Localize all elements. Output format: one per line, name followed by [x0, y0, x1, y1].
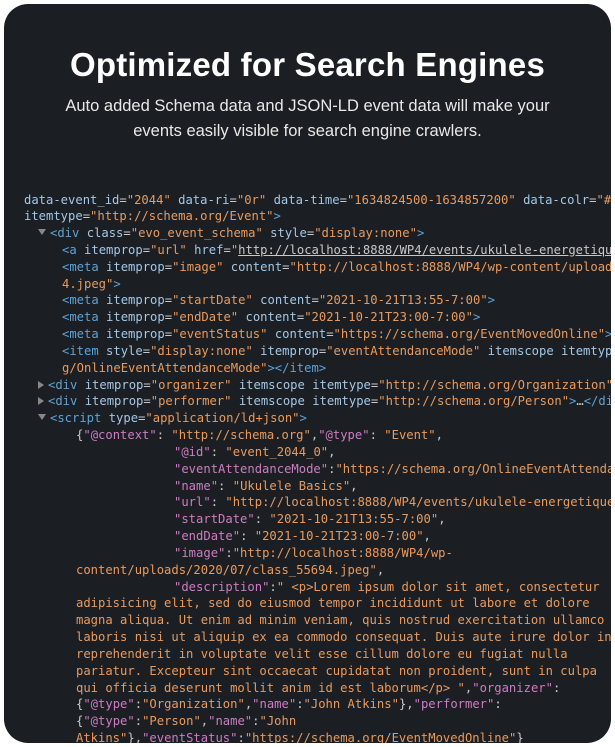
k-desc: description [181, 580, 262, 594]
json-line: "@id": "event_2044_0", [24, 444, 611, 461]
expand-arrow-right-icon[interactable] [38, 397, 44, 405]
val-style2: display:none [157, 344, 245, 358]
val-start: 2021-10-21T13:55-7:00 [326, 293, 480, 307]
code-line: itemtype="http://schema.org/Event"> [24, 208, 611, 225]
expand-arrow-right-icon[interactable] [38, 381, 44, 389]
val-orgtype: http://schema.org/Organization [386, 378, 606, 392]
link-event-url[interactable]: http://localhost:8888/WP4/events/ukulele… [238, 243, 611, 257]
v-orgn: John Atkins [311, 697, 392, 711]
v-type: Event [392, 428, 429, 442]
k-img: image [181, 546, 218, 560]
k-context: @context [91, 428, 150, 442]
k-name: name [181, 479, 210, 493]
v-end: 2021-10-21T23:00-7:00 [262, 529, 416, 543]
code-line: <div itemprop="organizer" itemscope item… [24, 377, 611, 394]
json-line: {"@context": "http://schema.org","@type"… [24, 427, 611, 444]
k-perf: performer [421, 697, 487, 711]
v-perft: Person [149, 714, 193, 728]
code-line: <script type="application/ld+json"> [24, 410, 611, 427]
k-end: endDate [181, 529, 232, 543]
val-endprop: endDate [179, 310, 230, 324]
json-line: content/uploads/2020/07/class_55694.jpeg… [24, 562, 611, 579]
val-attprop: eventAttendanceMode [334, 344, 473, 358]
json-description: "description":" <p>Lorem ipsum dolor sit… [24, 579, 611, 743]
k-start: startDate [181, 512, 247, 526]
k-id: @id [181, 445, 203, 459]
k-stat: eventStatus [149, 731, 230, 743]
val-perftype: http://schema.org/Person [386, 394, 562, 408]
v-context: http://schema.org [179, 428, 304, 442]
k-type: @type [326, 428, 363, 442]
json-line: "name": "Ukulele Basics", [24, 478, 611, 495]
val-itemtype: http://schema.org/Event [97, 209, 266, 223]
json-line: "eventAttendanceMode":"https://schema.or… [24, 461, 611, 478]
code-line: g/OnlineEventAttendanceMode"></item> [24, 360, 611, 377]
code-inspector: data-event_id="2044" data-ri="0r" data-t… [4, 144, 611, 744]
code-line: <meta itemprop="endDate" content="2021-1… [24, 309, 611, 326]
val-status: https://schema.org/EventMovedOnline [341, 327, 598, 341]
val-time: 1634824500-1634857200 [354, 193, 508, 207]
val-end: 2021-10-21T23:00-7:00 [312, 310, 466, 324]
val-scripttype: application/ld+json [153, 411, 292, 425]
expand-arrow-down-icon[interactable] [38, 414, 46, 420]
json-line: "image":"http://localhost:8888/WP4/wp- [24, 545, 611, 562]
code-line: <item style="display:none" itemprop="eve… [24, 343, 611, 360]
v-start: 2021-10-21T13:55-7:00 [277, 512, 431, 526]
val-colr: #60cdfc [604, 193, 611, 207]
val-orgprop: organizer [158, 378, 224, 392]
code-line: <a itemprop="url" href="http://localhost… [24, 242, 611, 259]
feature-card: Optimized for Search Engines Auto added … [4, 4, 611, 743]
v-name: Ukulele Basics [240, 479, 343, 493]
val-style: display:none [322, 226, 410, 240]
code-line: data-event_id="2044" data-ri="0r" data-t… [24, 192, 611, 209]
v-stat: https://schema.org/EventMovedOnline [252, 731, 509, 743]
val-imgprop: image [179, 260, 216, 274]
v-orgt: Organization [149, 697, 237, 711]
code-line: <meta itemprop="image" content="http://l… [24, 259, 611, 276]
val-perfprop: performer [158, 394, 224, 408]
card-header: Optimized for Search Engines Auto added … [4, 4, 611, 144]
val-event-id: 2044 [134, 193, 163, 207]
k-att: eventAttendanceMode [181, 462, 320, 476]
val-urlprop: url [157, 243, 179, 257]
code-line: <div class="evo_event_schema" style="dis… [24, 225, 611, 242]
card-title: Optimized for Search Engines [28, 46, 587, 84]
k-url: url [181, 495, 203, 509]
val-startprop: startDate [179, 293, 245, 307]
val-statusprop: eventStatus [179, 327, 260, 341]
expand-arrow-down-icon[interactable] [38, 229, 46, 235]
v-id: event_2044_0 [233, 445, 321, 459]
val-class: evo_event_schema [138, 226, 255, 240]
card-subtitle: Auto added Schema data and JSON-LD event… [48, 94, 568, 144]
json-line: "url": "http://localhost:8888/WP4/events… [24, 494, 611, 511]
json-line: "startDate": "2021-10-21T13:55-7:00", [24, 511, 611, 528]
k-org: organizer [480, 681, 546, 695]
code-line: 4.jpeg"> [24, 276, 611, 293]
json-line: "endDate": "2021-10-21T23:00-7:00", [24, 528, 611, 545]
code-line: <meta itemprop="startDate" content="2021… [24, 292, 611, 309]
code-line: <meta itemprop="eventStatus" content="ht… [24, 326, 611, 343]
val-ri: 0r [244, 193, 259, 207]
code-line: <div itemprop="performer" itemscope item… [24, 393, 611, 410]
